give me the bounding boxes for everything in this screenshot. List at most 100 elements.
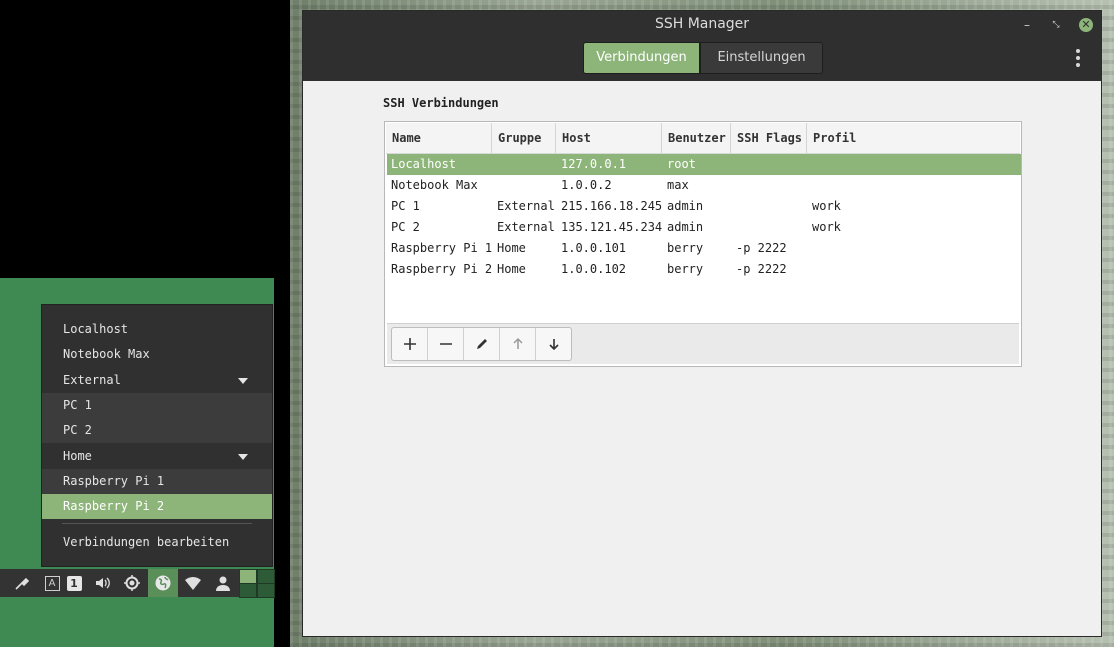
table-row[interactable]: Notebook Max 1.0.0.2 max	[387, 175, 1021, 196]
menu-item-label: PC 2	[63, 423, 92, 437]
tab-verbindungen[interactable]: Verbindungen	[583, 42, 700, 74]
volume-icon[interactable]	[87, 569, 117, 597]
workspace-switcher[interactable]	[238, 569, 275, 598]
close-button[interactable]: ✕	[1079, 18, 1093, 32]
menu-item-label: Verbindungen bearbeiten	[63, 535, 230, 549]
menu-item-localhost[interactable]: Localhost	[42, 317, 272, 342]
cell-name: PC 2	[391, 220, 420, 234]
kebab-menu-icon[interactable]	[1073, 49, 1083, 67]
cell-profile: work	[812, 220, 841, 234]
section-title: SSH Verbindungen	[383, 96, 499, 110]
cell-name: Raspberry Pi 1	[391, 241, 493, 255]
cell-name: Localhost	[391, 157, 457, 171]
chevron-down-icon	[238, 378, 248, 384]
remove-icon	[439, 343, 452, 345]
window-title: SSH Manager	[654, 16, 750, 32]
cell-flags: -p 2222	[736, 241, 787, 255]
menu-separator	[62, 523, 252, 524]
cell-user: root	[667, 157, 696, 171]
cell-group: Home	[497, 262, 526, 276]
menu-item-label: Home	[63, 449, 92, 463]
ssh-applet-menu: Localhost Notebook Max External PC 1 PC …	[41, 304, 273, 567]
menu-item-label: PC 1	[63, 398, 92, 412]
minimize-button[interactable]: –	[1020, 18, 1034, 32]
maximize-button[interactable]: ⤡	[1049, 18, 1063, 32]
table-row[interactable]: Raspberry Pi 1 Home 1.0.0.101 berry -p 2…	[387, 238, 1021, 259]
cell-user: admin	[667, 199, 704, 213]
edit-icon	[476, 339, 487, 349]
menu-item-label: External	[63, 373, 121, 387]
tab-einstellungen[interactable]: Einstellungen	[700, 42, 823, 74]
cell-user: berry	[667, 262, 704, 276]
toolbar-button-group	[391, 327, 572, 361]
cell-host: 1.0.0.2	[561, 178, 612, 192]
menu-item-label: Raspberry Pi 1	[63, 474, 165, 488]
cell-group: External	[497, 199, 555, 213]
ssh-manager-window: SSH Manager – ⤡ ✕ Verbindungen Einstellu…	[302, 10, 1102, 637]
workspace-number-icon[interactable]: 1	[59, 569, 89, 597]
workspace-2[interactable]	[257, 569, 275, 584]
move-down-button[interactable]	[536, 328, 571, 360]
column-header-name[interactable]: Name	[386, 123, 492, 153]
table-body: Localhost 127.0.0.1 root Notebook Max 1.…	[387, 154, 1021, 280]
cell-user: max	[667, 178, 689, 192]
cell-user: berry	[667, 241, 704, 255]
column-header-host[interactable]: Host	[556, 123, 662, 153]
table-row[interactable]: Localhost 127.0.0.1 root	[387, 154, 1021, 175]
menu-item-label: Raspberry Pi 2	[63, 499, 165, 513]
menu-edit-connections[interactable]: Verbindungen bearbeiten	[42, 530, 272, 555]
workspace-3[interactable]	[239, 583, 257, 598]
cell-name: Raspberry Pi 2	[391, 262, 493, 276]
table-row[interactable]: PC 2 External 135.121.45.234 admin work	[387, 217, 1021, 238]
table-row[interactable]: Raspberry Pi 2 Home 1.0.0.102 berry -p 2…	[387, 259, 1021, 280]
color-picker-icon[interactable]	[7, 569, 37, 597]
column-header-group[interactable]: Gruppe	[492, 123, 556, 153]
cell-host: 1.0.0.102	[561, 262, 627, 276]
menu-item-raspberry-pi-2[interactable]: Raspberry Pi 2	[42, 494, 272, 519]
column-header-profile[interactable]: Profil	[807, 123, 1020, 153]
add-icon	[403, 338, 416, 350]
keyboard-layout-label: A	[44, 575, 60, 591]
edit-button[interactable]	[464, 328, 500, 360]
cell-profile: work	[812, 199, 841, 213]
table-toolbar	[387, 323, 1019, 364]
cell-name: Notebook Max	[391, 178, 478, 192]
column-header-user[interactable]: Benutzer	[662, 123, 731, 153]
user-icon[interactable]	[208, 569, 238, 597]
network-globe-icon[interactable]	[148, 569, 178, 597]
cell-host: 215.166.18.245	[561, 199, 663, 213]
cell-host: 135.121.45.234	[561, 220, 663, 234]
menu-item-label: Localhost	[63, 322, 129, 336]
cell-flags: -p 2222	[736, 262, 787, 276]
column-header-ssh-flags[interactable]: SSH Flags	[731, 123, 807, 153]
wifi-icon[interactable]	[178, 569, 208, 597]
add-button[interactable]	[392, 328, 428, 360]
brightness-icon[interactable]	[117, 569, 147, 597]
cell-group: External	[497, 220, 555, 234]
workspace-number-label: 1	[66, 575, 82, 591]
menu-group-home[interactable]: Home	[42, 444, 272, 469]
menu-group-external[interactable]: External	[42, 368, 272, 393]
cell-user: admin	[667, 220, 704, 234]
table-row[interactable]: PC 1 External 215.166.18.245 admin work	[387, 196, 1021, 217]
move-down-icon	[548, 339, 559, 351]
menu-item-pc-2[interactable]: PC 2	[42, 418, 272, 443]
move-up-icon	[512, 337, 523, 349]
cell-group: Home	[497, 241, 526, 255]
connections-table: Name Gruppe Host Benutzer SSH Flags Prof…	[384, 121, 1022, 367]
workspace-1[interactable]	[239, 569, 257, 584]
move-up-button[interactable]	[500, 328, 536, 360]
menu-item-pc-1[interactable]: PC 1	[42, 393, 272, 418]
cell-name: PC 1	[391, 199, 420, 213]
cell-host: 127.0.0.1	[561, 157, 627, 171]
titlebar: SSH Manager – ⤡ ✕ Verbindungen Einstellu…	[303, 11, 1101, 81]
remove-button[interactable]	[428, 328, 464, 360]
cell-host: 1.0.0.101	[561, 241, 627, 255]
table-header: Name Gruppe Host Benutzer SSH Flags Prof…	[386, 123, 1020, 154]
tab-bar: Verbindungen Einstellungen	[583, 42, 823, 74]
menu-item-raspberry-pi-1[interactable]: Raspberry Pi 1	[42, 469, 272, 494]
workspace-4[interactable]	[257, 583, 275, 598]
chevron-down-icon	[238, 454, 248, 460]
menu-item-notebook-max[interactable]: Notebook Max	[42, 342, 272, 367]
menu-item-label: Notebook Max	[63, 347, 150, 361]
